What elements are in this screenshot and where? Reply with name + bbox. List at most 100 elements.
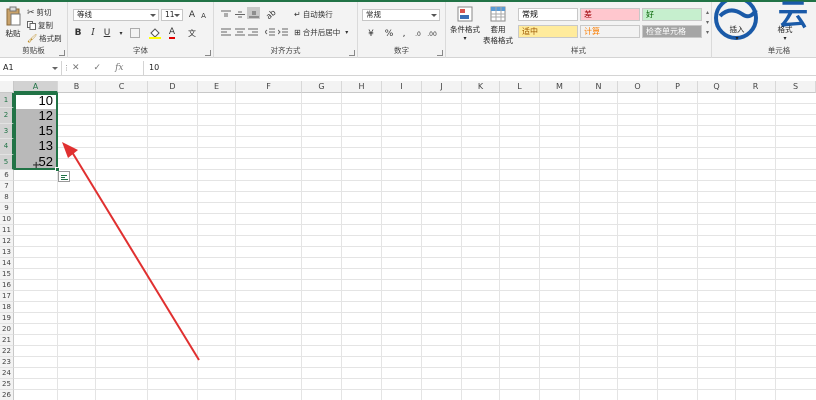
row-header-12[interactable]: 12 — [0, 236, 14, 247]
row-header-4[interactable]: 4 — [0, 139, 14, 155]
decrease-font-button[interactable]: A — [199, 10, 208, 22]
column-header-j[interactable]: J — [422, 81, 462, 93]
row-header-22[interactable]: 22 — [0, 346, 14, 357]
wrap-text-button[interactable]: ↵ 自动换行 — [294, 9, 333, 20]
cell-style-3[interactable]: 适中 — [518, 25, 578, 38]
row-header-25[interactable]: 25 — [0, 379, 14, 390]
clipboard-launcher-icon[interactable] — [59, 50, 65, 56]
number-launcher-icon[interactable] — [437, 50, 443, 56]
copy-button[interactable]: 复制 — [27, 20, 53, 31]
orientation-button[interactable]: ab — [264, 7, 278, 20]
increase-font-button[interactable]: A — [187, 9, 197, 21]
italic-button[interactable]: I — [88, 27, 98, 39]
font-color-button[interactable]: A — [165, 27, 179, 39]
column-header-c[interactable]: C — [96, 81, 148, 93]
comma-style-button[interactable]: , — [399, 28, 409, 40]
font-name-select[interactable]: 等线 — [73, 9, 159, 21]
row-header-16[interactable]: 16 — [0, 280, 14, 291]
row-header-14[interactable]: 14 — [0, 258, 14, 269]
bold-button[interactable]: B — [73, 27, 83, 39]
cell-a3[interactable]: 15 — [14, 123, 56, 138]
format-cells-button[interactable]: 格式 ▾ — [774, 24, 796, 42]
enter-icon[interactable]: ✓ — [94, 63, 102, 73]
column-header-e[interactable]: E — [198, 81, 236, 93]
row-header-13[interactable]: 13 — [0, 247, 14, 258]
cell-style-2[interactable]: 好 — [642, 8, 702, 21]
percent-button[interactable]: % — [382, 28, 396, 40]
column-header-r[interactable]: R — [736, 81, 776, 93]
decrease-decimal-button[interactable]: .00 — [426, 28, 438, 40]
row-header-9[interactable]: 9 — [0, 203, 14, 214]
column-header-m[interactable]: M — [540, 81, 580, 93]
align-middle-button[interactable] — [234, 8, 246, 20]
align-top-button[interactable] — [220, 8, 232, 20]
align-bottom-button[interactable] — [247, 7, 260, 19]
merge-center-button[interactable]: ⊞ 合并后居中 ▾ — [294, 27, 348, 38]
column-header-i[interactable]: I — [382, 81, 422, 93]
align-center-button[interactable] — [234, 26, 246, 38]
row-header-7[interactable]: 7 — [0, 181, 14, 192]
currency-button[interactable]: ¥ — [364, 28, 378, 40]
row-header-5[interactable]: 5 — [0, 154, 14, 170]
row-header-10[interactable]: 10 — [0, 214, 14, 225]
font-launcher-icon[interactable] — [205, 50, 211, 56]
table-format-button[interactable]: 套用 表格格式 — [482, 6, 514, 46]
decrease-indent-button[interactable] — [264, 26, 276, 38]
row-header-21[interactable]: 21 — [0, 335, 14, 346]
column-header-a[interactable]: A — [14, 81, 58, 93]
number-format-select[interactable]: 常规 — [362, 9, 440, 21]
quick-analysis-button[interactable] — [58, 171, 70, 182]
name-box[interactable]: A1 — [0, 61, 62, 75]
row-header-26[interactable]: 26 — [0, 390, 14, 400]
gallery-scroll[interactable]: ▴ ▾ ▾ — [704, 8, 711, 40]
cell-a1[interactable]: 10 — [14, 93, 56, 108]
cut-button[interactable]: ✂ 剪切 — [27, 7, 52, 18]
underline-dropdown[interactable]: ▾ — [116, 27, 126, 39]
row-header-17[interactable]: 17 — [0, 291, 14, 302]
cell-style-1[interactable]: 差 — [580, 8, 640, 21]
row-header-23[interactable]: 23 — [0, 357, 14, 368]
row-header-20[interactable]: 20 — [0, 324, 14, 335]
fill-color-button[interactable] — [148, 27, 162, 39]
column-header-b[interactable]: B — [58, 81, 96, 93]
column-header-p[interactable]: P — [658, 81, 698, 93]
row-header-8[interactable]: 8 — [0, 192, 14, 203]
row-header-15[interactable]: 15 — [0, 269, 14, 280]
phonetic-button[interactable]: 文 — [186, 27, 198, 39]
cell-a4[interactable]: 13 — [14, 138, 56, 153]
column-header-h[interactable]: H — [342, 81, 382, 93]
column-header-g[interactable]: G — [302, 81, 342, 93]
align-right-button[interactable] — [247, 26, 259, 38]
sheet-grid[interactable] — [14, 93, 816, 400]
row-header-1[interactable]: 1 — [0, 93, 14, 109]
cell-style-4[interactable]: 计算 — [580, 25, 640, 38]
formula-input[interactable]: 10 — [143, 61, 816, 75]
align-left-button[interactable] — [220, 26, 232, 38]
column-header-f[interactable]: F — [236, 81, 302, 93]
insert-function-icon[interactable]: fx — [115, 63, 123, 73]
column-header-k[interactable]: K — [462, 81, 500, 93]
conditional-format-button[interactable]: 条件格式 ▾ — [450, 6, 480, 42]
borders-button[interactable] — [128, 27, 142, 39]
select-all-corner[interactable] — [0, 81, 14, 93]
cell-style-5[interactable]: 检查单元格 — [642, 25, 702, 38]
alignment-launcher-icon[interactable] — [349, 50, 355, 56]
font-size-select[interactable]: 11 — [161, 9, 183, 21]
column-header-q[interactable]: Q — [698, 81, 736, 93]
row-header-11[interactable]: 11 — [0, 225, 14, 236]
cell-style-0[interactable]: 常规 — [518, 8, 578, 21]
row-header-2[interactable]: 2 — [0, 108, 14, 124]
column-header-l[interactable]: L — [500, 81, 540, 93]
column-header-d[interactable]: D — [148, 81, 198, 93]
increase-decimal-button[interactable]: .0 — [412, 28, 424, 40]
paste-button[interactable]: 粘贴 — [3, 6, 23, 44]
insert-cells-button[interactable]: 插入 ▾ — [726, 24, 748, 42]
increase-indent-button[interactable] — [277, 26, 289, 38]
column-header-o[interactable]: O — [618, 81, 658, 93]
row-header-3[interactable]: 3 — [0, 123, 14, 140]
row-header-18[interactable]: 18 — [0, 302, 14, 313]
row-header-6[interactable]: 6 — [0, 170, 14, 181]
row-header-24[interactable]: 24 — [0, 368, 14, 379]
row-header-19[interactable]: 19 — [0, 313, 14, 324]
column-header-n[interactable]: N — [580, 81, 618, 93]
